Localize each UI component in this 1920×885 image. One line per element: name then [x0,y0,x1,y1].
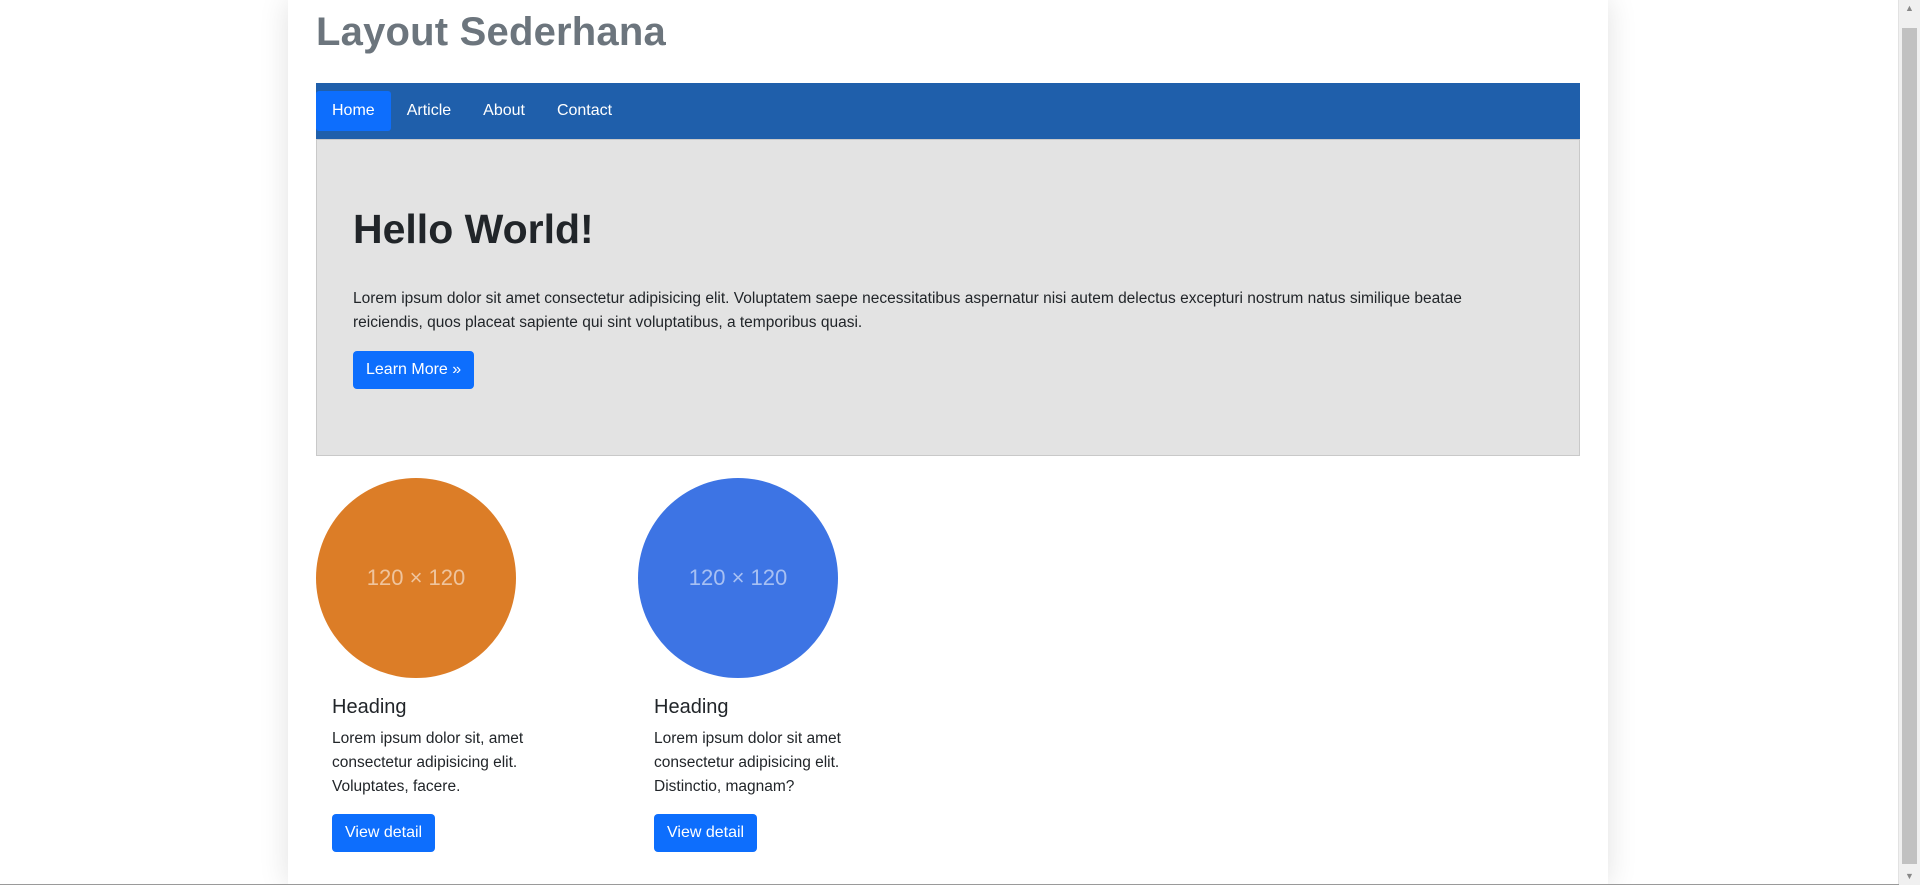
card-text: Lorem ipsum dolor sit, amet consectetur … [332,730,524,795]
hero-heading: Hello World! [353,206,594,252]
view-detail-button[interactable]: View detail [654,814,758,852]
page-container: Layout Sederhana Home Article About Cont… [288,0,1608,885]
browser-viewport: Layout Sederhana Home Article About Cont… [0,0,1920,885]
feature-card: 120 × 120 Heading Lorem ipsum dolor sit … [638,478,898,852]
feature-card: 120 × 120 Heading Lorem ipsum dolor sit,… [316,478,576,852]
nav-item-article[interactable]: Article [391,91,467,131]
main-navbar: Home Article About Contact [316,83,1580,139]
scrollbar-thumb[interactable] [1902,28,1917,864]
card-heading: Heading [654,696,729,718]
placeholder-image: 120 × 120 [316,478,516,678]
view-detail-button[interactable]: View detail [332,814,436,852]
site-title: Layout Sederhana [316,10,666,54]
placeholder-image: 120 × 120 [638,478,838,678]
scroll-up-arrow-icon[interactable]: ▲ [1899,0,1920,17]
vertical-scrollbar[interactable]: ▲ ▼ [1898,0,1920,885]
placeholder-image-label: 120 × 120 [688,565,788,590]
card-heading: Heading [332,696,407,718]
nav-item-about[interactable]: About [467,91,541,131]
scroll-down-arrow-icon[interactable]: ▼ [1899,868,1920,885]
card-text: Lorem ipsum dolor sit amet consectetur a… [654,730,841,795]
learn-more-button[interactable]: Learn More » [353,351,475,389]
placeholder-image-label: 120 × 120 [366,565,466,590]
hero-text: Lorem ipsum dolor sit amet consectetur a… [353,290,1462,331]
hero-jumbotron: Hello World! Lorem ipsum dolor sit amet … [316,139,1580,456]
nav-item-contact[interactable]: Contact [541,91,628,131]
nav-item-home[interactable]: Home [316,91,391,131]
